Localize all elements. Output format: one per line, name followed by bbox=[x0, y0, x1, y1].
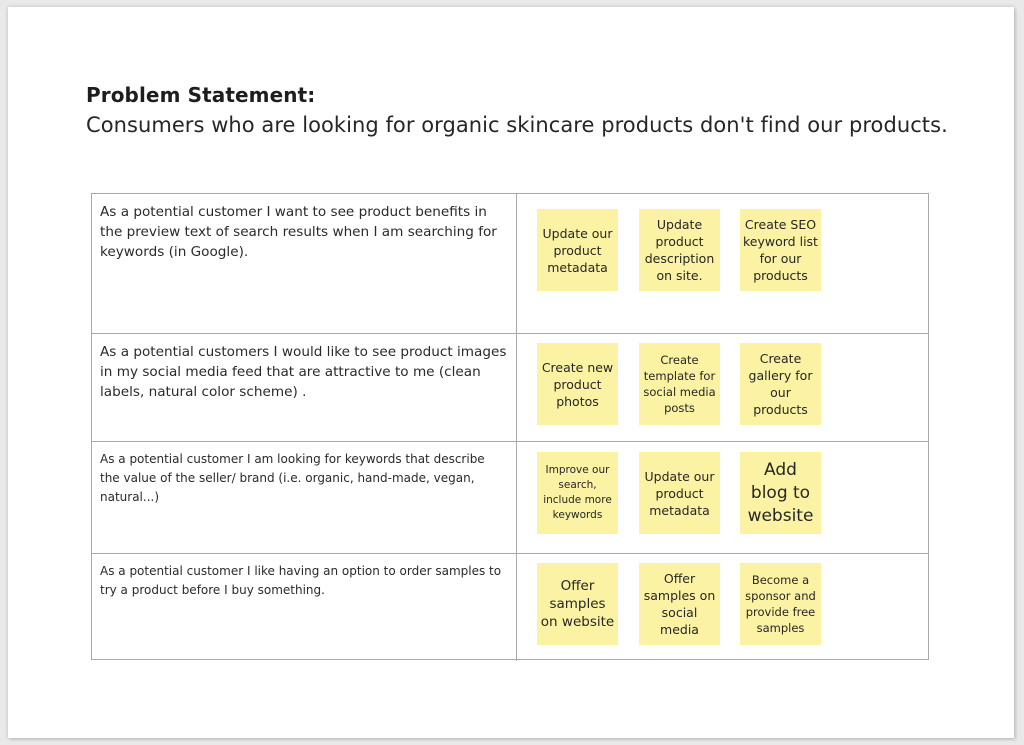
user-story: As a potential customer I like having an… bbox=[92, 554, 517, 661]
user-story: As a potential customers I would like to… bbox=[92, 334, 517, 441]
sticky-note[interactable]: Create SEO keyword list for our products bbox=[740, 209, 821, 291]
problem-statement-text: Consumers who are looking for organic sk… bbox=[86, 113, 948, 137]
board-row: As a potential customer I want to see pr… bbox=[92, 194, 928, 334]
sticky-note[interactable]: Update product description on site. bbox=[639, 209, 720, 291]
sticky-notes-area: Create new product photos Create templat… bbox=[517, 334, 928, 441]
sticky-note[interactable]: Offer samples on website bbox=[537, 563, 618, 645]
sticky-notes-area: Offer samples on website Offer samples o… bbox=[517, 554, 928, 661]
sticky-notes-area: Update our product metadata Update produ… bbox=[517, 194, 928, 333]
sticky-note[interactable]: Update our product metadata bbox=[639, 452, 720, 534]
board-row: As a potential customer I like having an… bbox=[92, 554, 928, 661]
sticky-note[interactable]: Create gallery for our products bbox=[740, 343, 821, 425]
sticky-note[interactable]: Add blog to website bbox=[740, 452, 821, 534]
user-story: As a potential customer I want to see pr… bbox=[92, 194, 517, 333]
user-story: As a potential customer I am looking for… bbox=[92, 442, 517, 553]
sticky-note[interactable]: Create template for social media posts bbox=[639, 343, 720, 425]
problem-statement-label: Problem Statement: bbox=[86, 83, 316, 107]
sticky-note[interactable]: Create new product photos bbox=[537, 343, 618, 425]
sticky-notes-area: Improve our search, include more keyword… bbox=[517, 442, 928, 553]
sticky-note[interactable]: Become a sponsor and provide free sample… bbox=[740, 563, 821, 645]
document-sheet: Problem Statement: Consumers who are loo… bbox=[8, 7, 1014, 738]
board-row: As a potential customers I would like to… bbox=[92, 334, 928, 442]
sticky-note[interactable]: Offer samples on social media bbox=[639, 563, 720, 645]
sticky-note[interactable]: Improve our search, include more keyword… bbox=[537, 452, 618, 534]
board-row: As a potential customer I am looking for… bbox=[92, 442, 928, 554]
user-story-board: As a potential customer I want to see pr… bbox=[91, 193, 929, 661]
sticky-note[interactable]: Update our product metadata bbox=[537, 209, 618, 291]
